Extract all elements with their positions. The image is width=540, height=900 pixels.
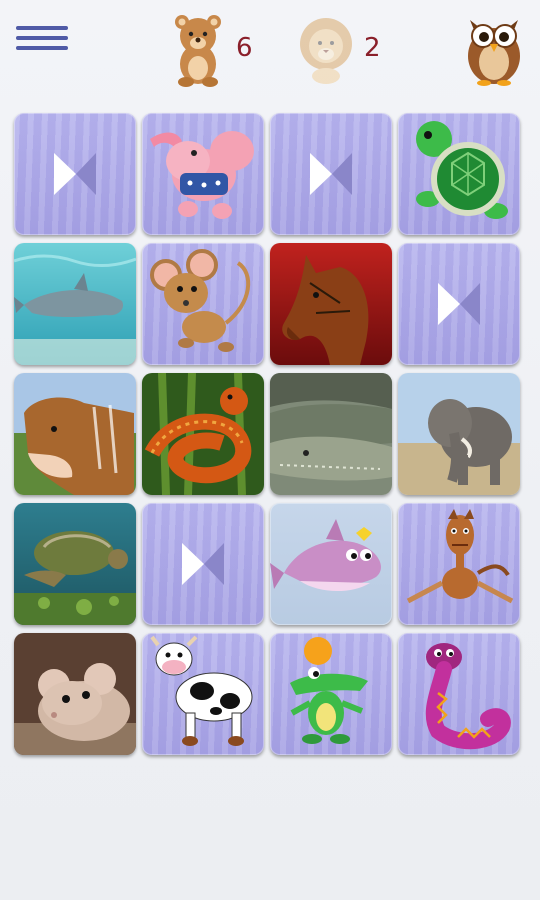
board-row [14, 113, 526, 235]
cartoon-horse-icon [406, 509, 514, 604]
card-brown-mouse[interactable] [142, 243, 264, 365]
pink-dolphin-icon [270, 519, 381, 592]
memory-board [14, 113, 526, 763]
pink-elephant-icon [150, 131, 254, 219]
card-mouse-photo[interactable] [14, 633, 136, 755]
horse-photo-image [270, 243, 392, 365]
card-back-icon [182, 543, 224, 585]
board-row [14, 503, 526, 625]
purple-snake-icon [425, 643, 511, 750]
elephant-photo-image [398, 373, 520, 495]
card-green-turtle[interactable] [398, 113, 520, 235]
card-pink-dolphin[interactable] [270, 503, 392, 625]
card-back-icon [310, 153, 352, 195]
player2-score-panel: 2 [294, 8, 381, 88]
teddy-bear-icon [175, 15, 221, 87]
card-pink-elephant[interactable] [142, 113, 264, 235]
snake-photo-image [142, 373, 264, 495]
green-turtle-icon [416, 121, 508, 219]
mouse-photo-image [14, 633, 136, 755]
card-cow-photo[interactable] [14, 373, 136, 495]
top-bar: 6 2 [0, 0, 540, 100]
card-crocodile-photo[interactable] [270, 373, 392, 495]
card-snake-photo[interactable] [142, 373, 264, 495]
card-green-crocodile[interactable] [270, 633, 392, 755]
cow-photo-image [14, 373, 136, 495]
crocodile-photo-image [270, 373, 392, 495]
card-back-icon [54, 153, 96, 195]
card-back-icon [438, 283, 480, 325]
card-cartoon-horse[interactable] [398, 503, 520, 625]
card-face-down[interactable] [142, 503, 264, 625]
card-cartoon-cow[interactable] [142, 633, 264, 755]
board-row [14, 373, 526, 495]
card-sea-turtle-photo[interactable] [14, 503, 136, 625]
dolphin-photo-image [14, 243, 136, 365]
card-face-down[interactable] [270, 113, 392, 235]
brown-mouse-icon [150, 249, 251, 352]
card-face-down[interactable] [14, 113, 136, 235]
cartoon-cow-icon [150, 635, 253, 746]
card-face-down[interactable] [398, 243, 520, 365]
board-row [14, 243, 526, 365]
lion-icon [300, 18, 352, 84]
player1-score: 6 [236, 33, 253, 63]
player2-score: 2 [364, 33, 381, 63]
owl-icon[interactable] [460, 6, 528, 86]
hamburger-menu-icon[interactable] [16, 26, 68, 60]
player1-score-panel: 6 [166, 8, 253, 88]
green-crocodile-icon [290, 637, 368, 744]
board-row [14, 633, 526, 755]
sea-turtle-photo-image [14, 503, 136, 625]
card-elephant-photo[interactable] [398, 373, 520, 495]
card-purple-snake[interactable] [398, 633, 520, 755]
card-dolphin-photo[interactable] [14, 243, 136, 365]
card-horse-photo[interactable] [270, 243, 392, 365]
